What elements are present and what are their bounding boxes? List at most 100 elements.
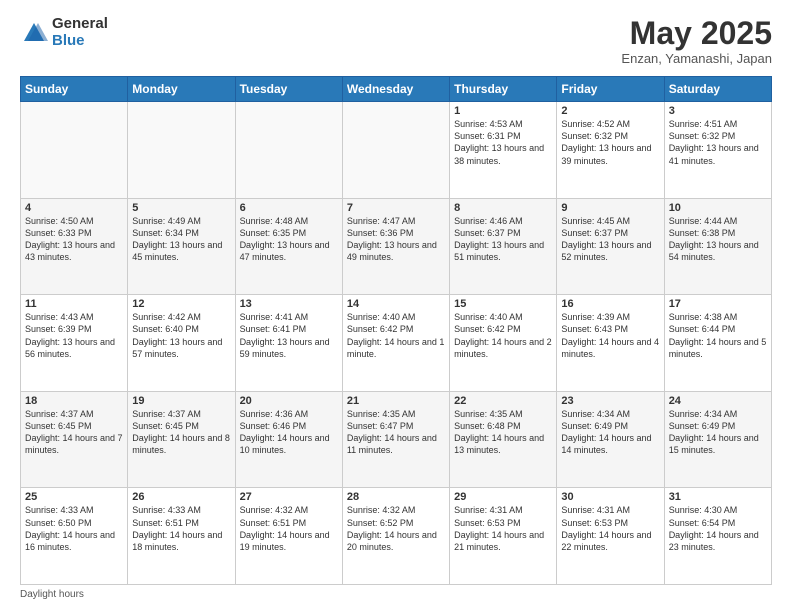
day-number: 30 [561, 491, 659, 503]
footer-note: Daylight hours [20, 589, 772, 600]
day-of-week-header: Sunday [21, 77, 128, 102]
days-of-week-row: SundayMondayTuesdayWednesdayThursdayFrid… [21, 77, 772, 102]
day-number: 20 [240, 395, 338, 407]
day-number: 3 [669, 105, 767, 117]
calendar-day-cell: 16Sunrise: 4:39 AM Sunset: 6:43 PM Dayli… [557, 295, 664, 392]
day-info: Sunrise: 4:38 AM Sunset: 6:44 PM Dayligh… [669, 311, 767, 360]
calendar-day-cell: 11Sunrise: 4:43 AM Sunset: 6:39 PM Dayli… [21, 295, 128, 392]
calendar-day-cell: 28Sunrise: 4:32 AM Sunset: 6:52 PM Dayli… [342, 488, 449, 585]
day-number: 5 [132, 202, 230, 214]
day-info: Sunrise: 4:39 AM Sunset: 6:43 PM Dayligh… [561, 311, 659, 360]
day-info: Sunrise: 4:48 AM Sunset: 6:35 PM Dayligh… [240, 215, 338, 264]
day-info: Sunrise: 4:33 AM Sunset: 6:50 PM Dayligh… [25, 504, 123, 553]
calendar-day-cell: 29Sunrise: 4:31 AM Sunset: 6:53 PM Dayli… [450, 488, 557, 585]
day-number: 7 [347, 202, 445, 214]
calendar-day-cell: 19Sunrise: 4:37 AM Sunset: 6:45 PM Dayli… [128, 391, 235, 488]
logo-icon [20, 19, 48, 47]
calendar-week-row: 4Sunrise: 4:50 AM Sunset: 6:33 PM Daylig… [21, 198, 772, 295]
day-info: Sunrise: 4:40 AM Sunset: 6:42 PM Dayligh… [454, 311, 552, 360]
calendar-day-cell: 8Sunrise: 4:46 AM Sunset: 6:37 PM Daylig… [450, 198, 557, 295]
day-info: Sunrise: 4:33 AM Sunset: 6:51 PM Dayligh… [132, 504, 230, 553]
logo-general-text: General [52, 16, 108, 33]
logo: General Blue [20, 16, 108, 49]
day-number: 8 [454, 202, 552, 214]
day-info: Sunrise: 4:32 AM Sunset: 6:51 PM Dayligh… [240, 504, 338, 553]
day-number: 16 [561, 298, 659, 310]
calendar-day-cell: 10Sunrise: 4:44 AM Sunset: 6:38 PM Dayli… [664, 198, 771, 295]
day-of-week-header: Wednesday [342, 77, 449, 102]
day-info: Sunrise: 4:49 AM Sunset: 6:34 PM Dayligh… [132, 215, 230, 264]
calendar-day-cell: 23Sunrise: 4:34 AM Sunset: 6:49 PM Dayli… [557, 391, 664, 488]
calendar-day-cell: 5Sunrise: 4:49 AM Sunset: 6:34 PM Daylig… [128, 198, 235, 295]
day-of-week-header: Thursday [450, 77, 557, 102]
day-info: Sunrise: 4:44 AM Sunset: 6:38 PM Dayligh… [669, 215, 767, 264]
title-block: May 2025 Enzan, Yamanashi, Japan [621, 16, 772, 66]
calendar-day-cell: 17Sunrise: 4:38 AM Sunset: 6:44 PM Dayli… [664, 295, 771, 392]
calendar-day-cell: 4Sunrise: 4:50 AM Sunset: 6:33 PM Daylig… [21, 198, 128, 295]
calendar-day-cell: 25Sunrise: 4:33 AM Sunset: 6:50 PM Dayli… [21, 488, 128, 585]
day-info: Sunrise: 4:34 AM Sunset: 6:49 PM Dayligh… [561, 408, 659, 457]
calendar-header: SundayMondayTuesdayWednesdayThursdayFrid… [21, 77, 772, 102]
calendar-day-cell: 9Sunrise: 4:45 AM Sunset: 6:37 PM Daylig… [557, 198, 664, 295]
day-of-week-header: Friday [557, 77, 664, 102]
calendar-day-cell: 18Sunrise: 4:37 AM Sunset: 6:45 PM Dayli… [21, 391, 128, 488]
calendar-week-row: 11Sunrise: 4:43 AM Sunset: 6:39 PM Dayli… [21, 295, 772, 392]
day-number: 26 [132, 491, 230, 503]
day-info: Sunrise: 4:45 AM Sunset: 6:37 PM Dayligh… [561, 215, 659, 264]
logo-text: General Blue [52, 16, 108, 49]
day-number: 21 [347, 395, 445, 407]
calendar-day-cell: 7Sunrise: 4:47 AM Sunset: 6:36 PM Daylig… [342, 198, 449, 295]
location-subtitle: Enzan, Yamanashi, Japan [621, 51, 772, 66]
day-info: Sunrise: 4:53 AM Sunset: 6:31 PM Dayligh… [454, 118, 552, 167]
calendar-day-cell: 1Sunrise: 4:53 AM Sunset: 6:31 PM Daylig… [450, 102, 557, 199]
day-info: Sunrise: 4:50 AM Sunset: 6:33 PM Dayligh… [25, 215, 123, 264]
day-info: Sunrise: 4:37 AM Sunset: 6:45 PM Dayligh… [25, 408, 123, 457]
day-info: Sunrise: 4:40 AM Sunset: 6:42 PM Dayligh… [347, 311, 445, 360]
day-number: 25 [25, 491, 123, 503]
logo-blue-text: Blue [52, 33, 108, 50]
day-number: 29 [454, 491, 552, 503]
day-of-week-header: Monday [128, 77, 235, 102]
calendar-day-cell: 30Sunrise: 4:31 AM Sunset: 6:53 PM Dayli… [557, 488, 664, 585]
day-number: 17 [669, 298, 767, 310]
calendar-day-cell [21, 102, 128, 199]
calendar-day-cell: 2Sunrise: 4:52 AM Sunset: 6:32 PM Daylig… [557, 102, 664, 199]
day-info: Sunrise: 4:31 AM Sunset: 6:53 PM Dayligh… [454, 504, 552, 553]
day-number: 28 [347, 491, 445, 503]
calendar-day-cell [128, 102, 235, 199]
calendar-day-cell: 31Sunrise: 4:30 AM Sunset: 6:54 PM Dayli… [664, 488, 771, 585]
calendar-day-cell: 14Sunrise: 4:40 AM Sunset: 6:42 PM Dayli… [342, 295, 449, 392]
day-number: 31 [669, 491, 767, 503]
calendar-day-cell [342, 102, 449, 199]
day-number: 6 [240, 202, 338, 214]
calendar-day-cell [235, 102, 342, 199]
page: General Blue May 2025 Enzan, Yamanashi, … [0, 0, 792, 612]
calendar-day-cell: 26Sunrise: 4:33 AM Sunset: 6:51 PM Dayli… [128, 488, 235, 585]
day-number: 27 [240, 491, 338, 503]
day-info: Sunrise: 4:47 AM Sunset: 6:36 PM Dayligh… [347, 215, 445, 264]
calendar-body: 1Sunrise: 4:53 AM Sunset: 6:31 PM Daylig… [21, 102, 772, 585]
day-number: 12 [132, 298, 230, 310]
day-number: 14 [347, 298, 445, 310]
calendar-day-cell: 13Sunrise: 4:41 AM Sunset: 6:41 PM Dayli… [235, 295, 342, 392]
calendar-day-cell: 21Sunrise: 4:35 AM Sunset: 6:47 PM Dayli… [342, 391, 449, 488]
day-number: 4 [25, 202, 123, 214]
calendar-week-row: 18Sunrise: 4:37 AM Sunset: 6:45 PM Dayli… [21, 391, 772, 488]
day-info: Sunrise: 4:42 AM Sunset: 6:40 PM Dayligh… [132, 311, 230, 360]
day-info: Sunrise: 4:46 AM Sunset: 6:37 PM Dayligh… [454, 215, 552, 264]
day-info: Sunrise: 4:52 AM Sunset: 6:32 PM Dayligh… [561, 118, 659, 167]
calendar-day-cell: 6Sunrise: 4:48 AM Sunset: 6:35 PM Daylig… [235, 198, 342, 295]
day-number: 13 [240, 298, 338, 310]
calendar-day-cell: 24Sunrise: 4:34 AM Sunset: 6:49 PM Dayli… [664, 391, 771, 488]
calendar-day-cell: 22Sunrise: 4:35 AM Sunset: 6:48 PM Dayli… [450, 391, 557, 488]
day-number: 19 [132, 395, 230, 407]
day-of-week-header: Saturday [664, 77, 771, 102]
day-number: 9 [561, 202, 659, 214]
day-number: 23 [561, 395, 659, 407]
day-number: 2 [561, 105, 659, 117]
day-number: 15 [454, 298, 552, 310]
day-info: Sunrise: 4:37 AM Sunset: 6:45 PM Dayligh… [132, 408, 230, 457]
day-info: Sunrise: 4:35 AM Sunset: 6:48 PM Dayligh… [454, 408, 552, 457]
day-of-week-header: Tuesday [235, 77, 342, 102]
calendar-day-cell: 12Sunrise: 4:42 AM Sunset: 6:40 PM Dayli… [128, 295, 235, 392]
